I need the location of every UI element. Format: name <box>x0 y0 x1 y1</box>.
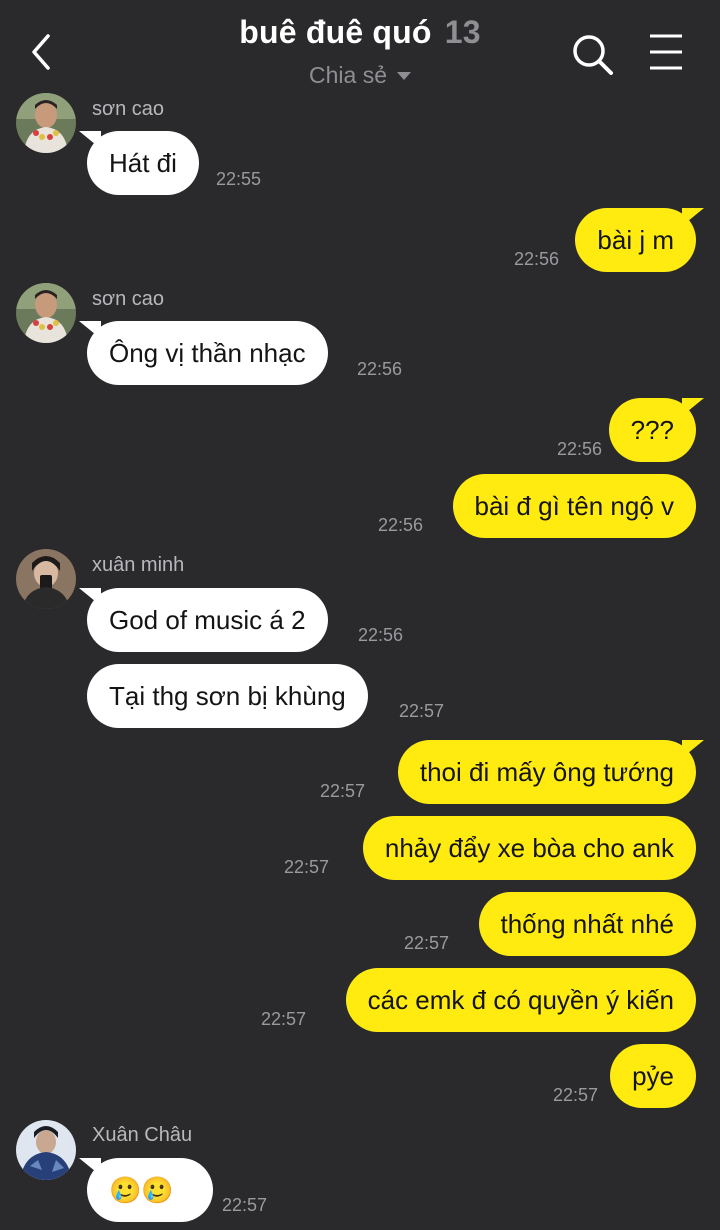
avatar-son-cao[interactable] <box>16 93 76 153</box>
message-bubble-incoming[interactable]: 🥲🥲 <box>87 1158 213 1222</box>
message-bubble-outgoing[interactable]: pỷe <box>610 1044 696 1108</box>
message-timestamp: 22:57 <box>553 1085 599 1105</box>
message-bubble-incoming[interactable]: Ông vị thần nhạc <box>87 321 328 385</box>
avatar-xuan-minh[interactable] <box>16 549 76 609</box>
avatar-image <box>16 549 76 609</box>
message-bubble-outgoing[interactable]: ??? <box>608 398 696 462</box>
avatar-image <box>16 1120 76 1180</box>
group-name: buê đuê quó <box>239 14 432 50</box>
avatar-son-cao[interactable] <box>16 283 76 343</box>
message-timestamp: 22:57 <box>320 781 366 801</box>
message-timestamp: 22:57 <box>284 857 330 877</box>
message-bubble-incoming[interactable]: Tại thg sơn bị khùng <box>87 664 368 728</box>
message-bubble-outgoing[interactable]: các emk đ có quyền ý kiến <box>345 968 696 1032</box>
message-timestamp: 22:57 <box>222 1195 268 1215</box>
message-timestamp: 22:56 <box>557 439 603 459</box>
message-bubble-outgoing[interactable]: nhảy đẩy xe bòa cho ank <box>362 816 696 880</box>
avatar-xuan-chau[interactable] <box>16 1120 76 1180</box>
search-icon[interactable] <box>570 32 614 76</box>
message-timestamp: 22:57 <box>261 1009 307 1029</box>
caret-down-icon <box>396 72 411 80</box>
message-timestamp: 22:56 <box>378 515 424 535</box>
avatar-image <box>16 93 76 153</box>
message-bubble-incoming[interactable]: Hát đi <box>87 131 199 195</box>
message-bubble-outgoing[interactable]: thoi đi mấy ông tướng <box>397 740 696 804</box>
message-timestamp: 22:56 <box>514 249 560 269</box>
sender-name: Xuân Châu <box>92 1124 193 1146</box>
member-count: 13 <box>444 14 481 50</box>
message-bubble-incoming[interactable]: God of music á 2 <box>87 588 328 652</box>
message-bubble-outgoing[interactable]: bài j m <box>575 208 696 272</box>
message-timestamp: 22:57 <box>404 933 450 953</box>
avatar-image <box>16 283 76 343</box>
message-timestamp: 22:56 <box>358 625 404 645</box>
chat-header: buê đuê quó 13 Chia sẻ <box>0 0 720 96</box>
message-timestamp: 22:56 <box>357 359 403 379</box>
sender-name: xuân minh <box>92 554 185 576</box>
message-timestamp: 22:57 <box>399 701 445 721</box>
hamburger-menu-icon[interactable] <box>648 32 684 72</box>
message-bubble-outgoing[interactable]: bài đ gì tên ngộ v <box>452 474 696 538</box>
message-timestamp: 22:55 <box>216 169 262 189</box>
sender-name: sơn cao <box>92 288 165 310</box>
message-bubble-outgoing[interactable]: thống nhất nhé <box>478 892 696 956</box>
share-label: Chia sẻ <box>309 62 387 88</box>
sender-name: sơn cao <box>92 98 165 120</box>
